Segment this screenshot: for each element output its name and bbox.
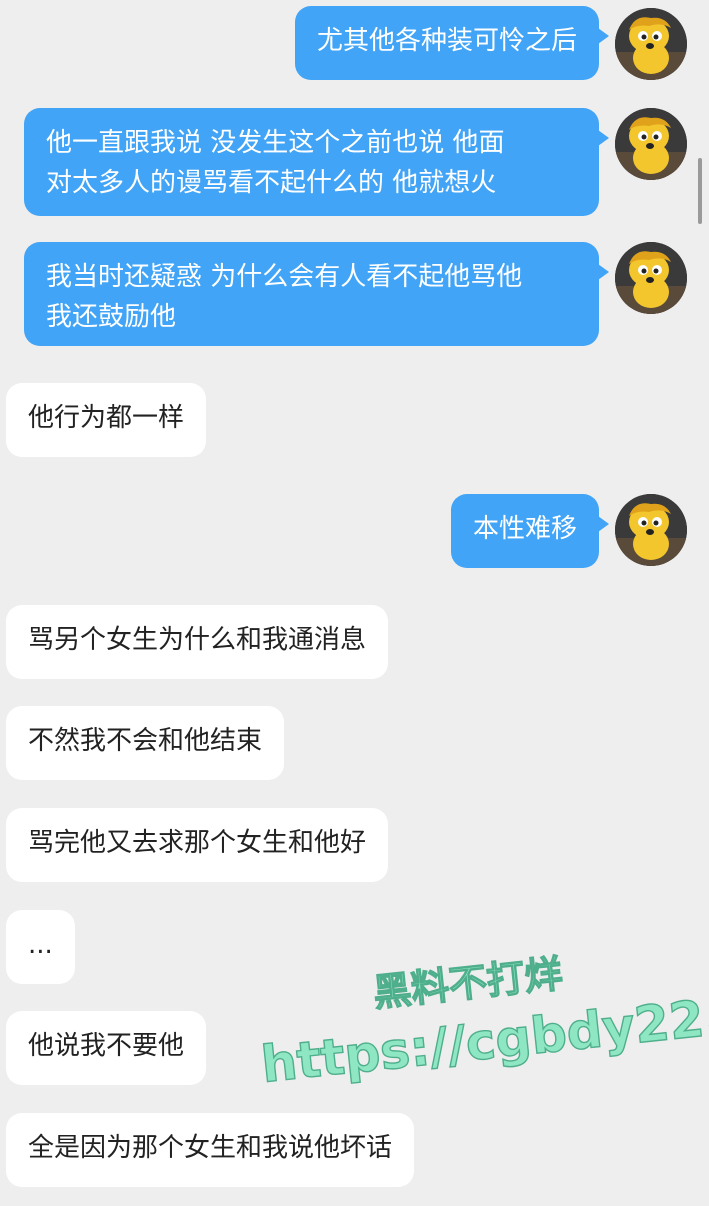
incoming-message-bubble[interactable]: 骂另个女生为什么和我通消息 (6, 605, 389, 679)
message-row: ... (0, 910, 709, 984)
message-row: 骂另个女生为什么和我通消息 (0, 605, 709, 679)
cartoon-dog-avatar-icon (615, 242, 687, 314)
message-row: 他说我不要他 (0, 1011, 709, 1085)
incoming-message-bubble[interactable]: ... (6, 910, 75, 984)
message-row: 尤其他各种装可怜之后 (0, 6, 709, 80)
message-row: 不然我不会和他结束 (0, 706, 709, 780)
chat-view: 尤其他各种装可怜之后 他一直跟我说 没发生这个之前也说 他面 对太多人的谩骂看不… (0, 0, 709, 1206)
incoming-message-bubble[interactable]: 他行为都一样 (6, 383, 207, 457)
message-row: 他一直跟我说 没发生这个之前也说 他面 对太多人的谩骂看不起什么的 他就想火 (0, 108, 709, 216)
outgoing-message-bubble[interactable]: 他一直跟我说 没发生这个之前也说 他面 对太多人的谩骂看不起什么的 他就想火 (24, 108, 609, 216)
outgoing-message-bubble[interactable]: 本性难移 (450, 494, 610, 568)
outgoing-message-bubble[interactable]: 尤其他各种装可怜之后 (294, 6, 610, 80)
message-row: 他行为都一样 (0, 383, 709, 457)
outgoing-message-bubble[interactable]: 我当时还疑惑 为什么会有人看不起他骂他 我还鼓励他 (24, 242, 609, 346)
user-avatar[interactable] (615, 494, 687, 566)
message-row: 全是因为那个女生和我说他坏话 (0, 1113, 709, 1187)
incoming-message-bubble[interactable]: 全是因为那个女生和我说他坏话 (6, 1113, 415, 1187)
message-row: 我当时还疑惑 为什么会有人看不起他骂他 我还鼓励他 (0, 242, 709, 346)
message-row: 骂完他又去求那个女生和他好 (0, 808, 709, 882)
incoming-message-bubble[interactable]: 骂完他又去求那个女生和他好 (6, 808, 389, 882)
user-avatar[interactable] (615, 108, 687, 180)
cartoon-dog-avatar-icon (615, 8, 687, 80)
cartoon-dog-avatar-icon (615, 494, 687, 566)
user-avatar[interactable] (615, 242, 687, 314)
cartoon-dog-avatar-icon (615, 108, 687, 180)
scrollbar[interactable] (698, 158, 702, 224)
user-avatar[interactable] (615, 8, 687, 80)
message-row: 本性难移 (0, 494, 709, 568)
incoming-message-bubble[interactable]: 他说我不要他 (6, 1011, 207, 1085)
incoming-message-bubble[interactable]: 不然我不会和他结束 (6, 706, 285, 780)
